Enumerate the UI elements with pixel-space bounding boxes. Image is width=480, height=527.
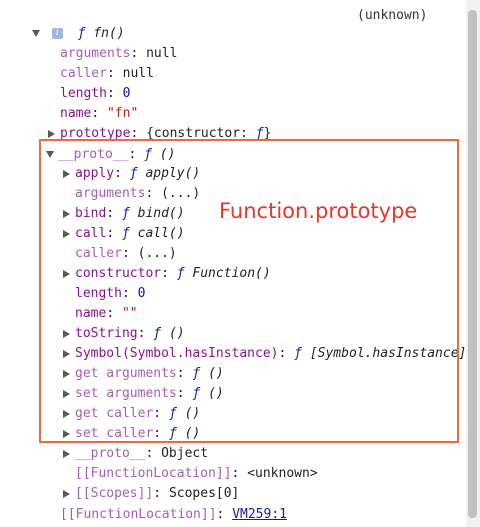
fn-arguments-row: arguments: null [60,46,178,61]
proto-scopes-row[interactable]: [[Scopes]]: Scopes[0] [63,484,239,504]
fn-length-row: length: 0 [60,86,131,101]
source-location-link[interactable]: VM259:1 [232,507,287,522]
info-icon[interactable]: i [51,28,63,39]
expand-triangle-icon[interactable] [63,449,70,458]
fn-caller-row: caller: null [60,66,154,81]
fn-function-location-row: [[FunctionLocation]]: VM259:1 [60,507,287,522]
expand-triangle-icon[interactable] [63,489,70,498]
expand-triangle-icon[interactable] [48,129,55,138]
devtools-console-panel: (unknown) i ƒ fn() arguments: null calle… [0,0,466,527]
proto-inner-proto-row[interactable]: __proto__: Object [63,444,208,464]
fn-root-row[interactable]: i ƒ fn() [32,24,125,44]
fn-name-row: name: "fn" [60,106,139,121]
annotation-label: Function.prototype [219,199,418,223]
source-label: (unknown) [357,8,428,23]
proto-function-location-row: [[FunctionLocation]]: <unknown> [75,466,318,481]
vertical-scrollbar-thumb[interactable] [468,10,477,518]
expand-triangle-icon[interactable] [32,30,40,37]
annotation-highlight-box [39,139,459,443]
